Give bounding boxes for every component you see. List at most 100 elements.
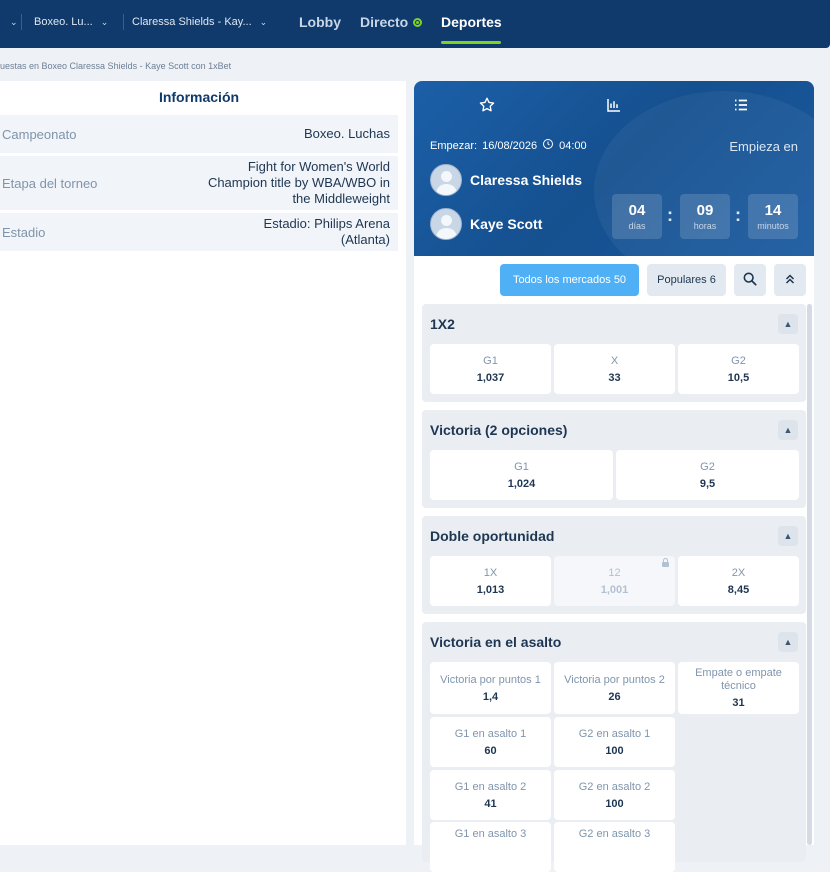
odd-label: G1 en asalto 3 (454, 828, 527, 840)
info-row-value: Estadio: Philips Arena (Atlanta) (263, 216, 390, 247)
event-start-date: 16/08/2026 (482, 139, 538, 152)
live-indicator-icon (413, 17, 423, 27)
favorite-star-icon[interactable] (475, 95, 499, 115)
search-markets-button[interactable] (734, 264, 766, 296)
chevron-down-icon: ⌄ (10, 16, 18, 27)
countdown-minutes: 14 minutos (748, 194, 798, 239)
chevron-up-icon[interactable]: ▲ (778, 632, 798, 652)
odd-button[interactable]: G1 1,024 (430, 450, 613, 500)
event-start-info: Empezar: 16/08/2026 04:00 (430, 138, 587, 153)
countdown-hours-value: 09 (696, 202, 714, 219)
odd-label: 12 (608, 566, 621, 579)
breadcrumb: uestas en Boxeo Claressa Shields - Kaye … (0, 61, 232, 71)
countdown-minutes-unit: minutos (757, 221, 789, 231)
odd-value: 31 (732, 697, 745, 709)
clock-icon (542, 138, 554, 153)
odd-button[interactable]: G1 en asalto 1 60 (430, 717, 551, 767)
odd-label: G1 (483, 354, 498, 367)
countdown-hours-unit: horas (693, 221, 717, 231)
nav-link-lobby[interactable]: Lobby (299, 0, 341, 44)
info-row-label: Estadio (2, 224, 46, 240)
odd-label: 2X (731, 566, 746, 579)
countdown-hours: 09 horas (680, 194, 730, 239)
odd-value: 1,024 (507, 477, 536, 490)
odd-label: G2 (700, 460, 715, 473)
nav-link-sports[interactable]: Deportes (441, 0, 502, 44)
odd-label: G1 en asalto 2 (454, 780, 527, 793)
odd-button[interactable]: 2X 8,45 (678, 556, 799, 606)
odd-value: 100 (605, 797, 624, 810)
countdown-separator: : (667, 205, 673, 225)
team-1: Claressa Shields (430, 164, 582, 196)
odd-value: 8,45 (727, 583, 750, 596)
odd-button[interactable]: G2 10,5 (678, 344, 799, 394)
top-navigation-bar: ⌄ Boxeo. Lu... ⌄ Claressa Shields - Kay.… (0, 0, 830, 44)
markets-scrollbar[interactable] (807, 304, 812, 845)
market-title: Victoria (2 opciones) (430, 422, 568, 438)
odd-value: 60 (484, 744, 497, 757)
markets-area: Todos los mercados 50 Populares 6 1X2 ▲ … (414, 256, 814, 872)
odd-button[interactable]: G2 en asalto 1 100 (554, 717, 675, 767)
chevron-up-icon[interactable]: ▲ (778, 420, 798, 440)
odd-button[interactable]: X 33 (554, 344, 675, 394)
info-title: Información (158, 89, 240, 105)
market-title: Victoria en el asalto (430, 634, 562, 650)
odd-value: 26 (608, 690, 621, 703)
countdown-days-value: 04 (628, 202, 646, 219)
info-row-stage: Etapa del torneo Fight for Women's World… (0, 156, 398, 210)
team-2: Kaye Scott (430, 208, 542, 240)
odd-label: Victoria por puntos 2 (564, 673, 665, 686)
chevron-up-icon[interactable]: ▲ (778, 314, 798, 334)
market-title: 1X2 (430, 316, 455, 332)
event-selector[interactable]: Claressa Shields - Kay... ⌄ (132, 0, 267, 44)
info-row-value: Boxeo. Luchas (303, 126, 390, 141)
info-panel: Información Campeonato Boxeo. Luchas Eta… (0, 81, 406, 845)
nav-link-sports-label: Deportes (441, 14, 502, 30)
list-icon[interactable] (729, 95, 753, 115)
info-row-label: Campeonato (2, 126, 77, 142)
odd-button[interactable]: Empate o empate técnico 31 (678, 662, 799, 714)
team-1-name: Claressa Shields (470, 172, 583, 188)
odd-label: X (610, 354, 619, 367)
stats-icon[interactable] (602, 95, 626, 115)
odd-value: 41 (484, 797, 497, 810)
double-chevron-up-icon (784, 272, 796, 288)
event-start-time: 04:00 (559, 139, 587, 152)
info-row-stadium: Estadio Estadio: Philips Arena (Atlanta) (0, 213, 398, 251)
nav-divider (21, 14, 22, 30)
odd-value: 1,013 (476, 583, 505, 596)
chevron-up-icon[interactable]: ▲ (778, 526, 798, 546)
market-group-1x2: 1X2 ▲ G1 1,037 X 33 G2 10,5 (422, 304, 806, 402)
nav-link-live-label: Directo (360, 14, 409, 30)
odd-button[interactable]: Victoria por puntos 1 1,4 (430, 662, 551, 714)
odd-button[interactable]: 1X 1,013 (430, 556, 551, 606)
odd-label: Empate o empate técnico (695, 667, 782, 692)
event-header: Empezar: 16/08/2026 04:00 Empieza en Cla… (414, 81, 814, 256)
odd-button[interactable]: G1 en asalto 3 (430, 822, 551, 872)
info-row-championship: Campeonato Boxeo. Luchas (0, 115, 398, 153)
championship-selector[interactable]: Boxeo. Lu... ⌄ (34, 0, 108, 44)
odd-label: G2 en asalto 3 (578, 828, 651, 840)
odd-label: 1X (483, 566, 498, 579)
collapse-all-button[interactable] (774, 264, 806, 296)
team-1-avatar (430, 164, 462, 196)
sport-selector-chevron[interactable]: ⌄ (2, 0, 18, 44)
chevron-down-icon: ⌄ (259, 16, 268, 27)
countdown-minutes-value: 14 (764, 202, 782, 219)
odd-value: 10,5 (727, 371, 750, 384)
search-icon (742, 271, 758, 290)
odd-button[interactable]: G1 1,037 (430, 344, 551, 394)
all-markets-button[interactable]: Todos los mercados 50 (500, 264, 639, 296)
odd-button[interactable]: Victoria por puntos 2 26 (554, 662, 675, 714)
odd-button[interactable]: G1 en asalto 2 41 (430, 770, 551, 820)
chevron-down-icon: ⌄ (100, 16, 109, 27)
odd-button[interactable]: G2 en asalto 3 (554, 822, 675, 872)
odd-label: G2 en asalto 1 (578, 727, 651, 740)
odd-label: G2 (731, 354, 746, 367)
popular-markets-button[interactable]: Populares 6 (647, 264, 726, 296)
market-group-round-winner: Victoria en el asalto ▲ Victoria por pun… (422, 622, 806, 872)
odd-button[interactable]: G2 en asalto 2 100 (554, 770, 675, 820)
odd-button[interactable]: G2 9,5 (616, 450, 799, 500)
nav-link-live[interactable]: Directo (360, 0, 423, 44)
odd-value: 1,001 (600, 583, 629, 596)
